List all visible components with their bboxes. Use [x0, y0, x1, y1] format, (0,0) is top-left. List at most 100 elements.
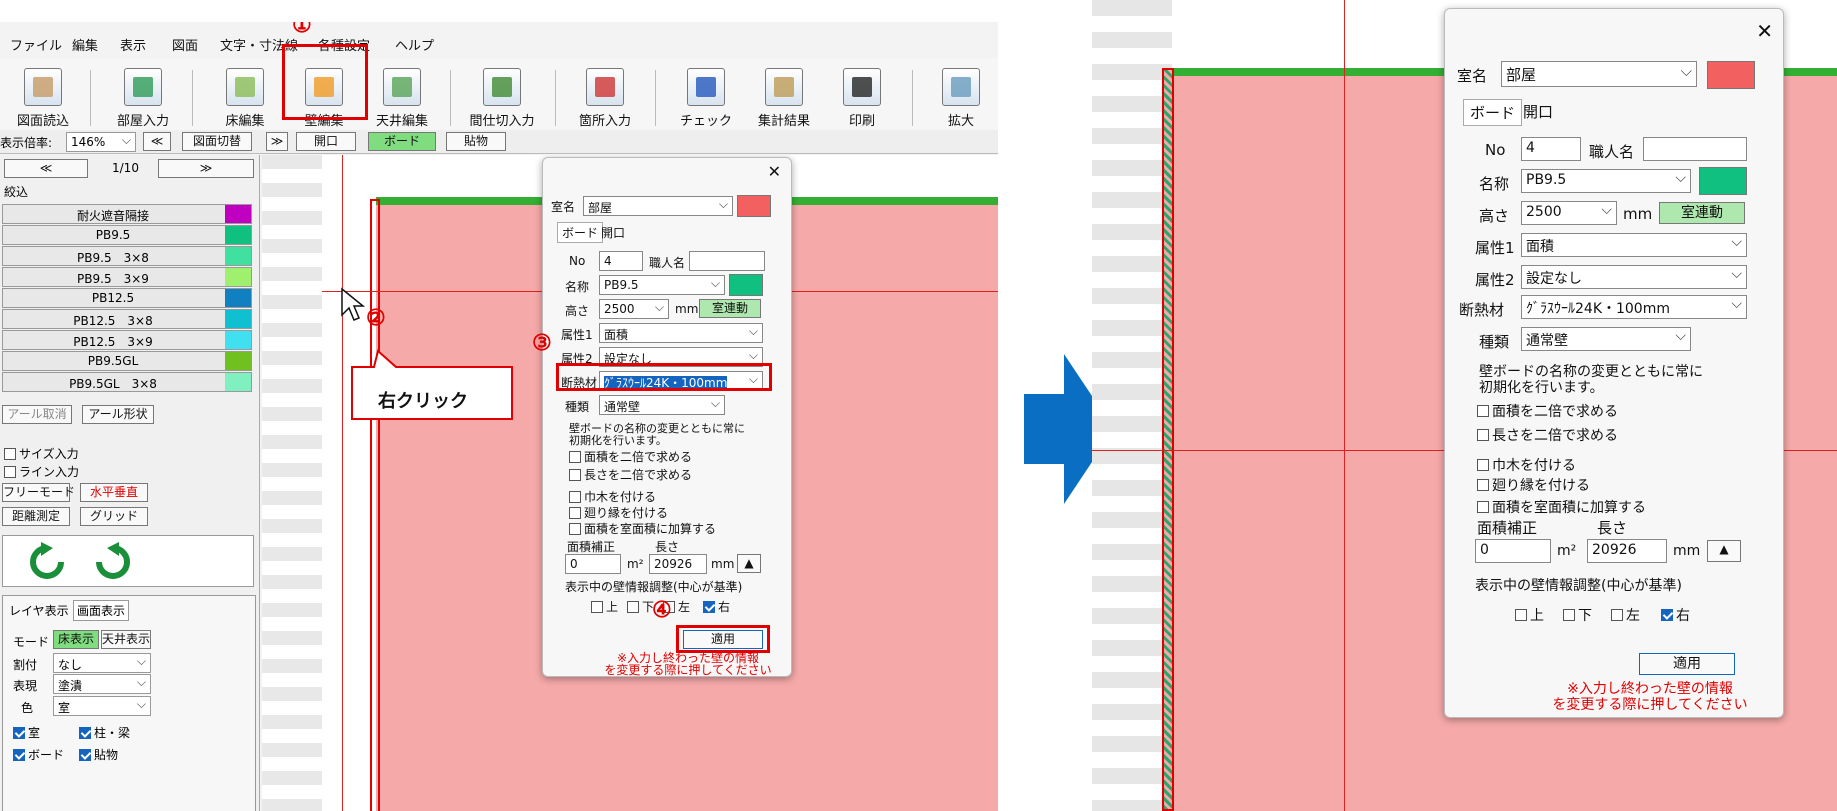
- add-area-check[interactable]: 面積を室面積に加算する: [1477, 497, 1646, 517]
- length-up-button[interactable]: ▲: [1707, 540, 1741, 562]
- chk-sticker[interactable]: 貼物: [79, 746, 118, 763]
- dir-up-check[interactable]: 上: [591, 598, 618, 615]
- tab-board[interactable]: ボード: [368, 132, 436, 151]
- close-icon[interactable]: ✕: [768, 162, 781, 181]
- room-name-select[interactable]: 部屋: [1501, 61, 1697, 87]
- material-row[interactable]: PB12.5 3×8: [2, 309, 252, 329]
- dir-down-check[interactable]: 下: [627, 598, 654, 615]
- dlg-tab-board[interactable]: ボード: [557, 222, 604, 243]
- kind-select[interactable]: 通常壁: [1521, 327, 1691, 351]
- color-select[interactable]: 室: [53, 696, 151, 716]
- dir-up-check[interactable]: 上: [1515, 605, 1544, 625]
- dlg-tab-opening[interactable]: 開口: [1523, 101, 1553, 122]
- baseboard-check[interactable]: 巾木を付ける: [1477, 455, 1576, 475]
- material-row[interactable]: PB12.5 3×9: [2, 330, 252, 350]
- attr1-select[interactable]: 面積: [1521, 233, 1747, 257]
- tool-print[interactable]: 印刷: [822, 64, 902, 134]
- room-link-button[interactable]: 室連動: [1659, 202, 1745, 224]
- mawari-check[interactable]: 廻り縁を付ける: [569, 504, 668, 521]
- material-row[interactable]: PB9.5: [2, 225, 252, 245]
- chk-room[interactable]: 室: [13, 724, 40, 741]
- name-color-swatch[interactable]: [729, 274, 763, 296]
- material-row[interactable]: PB12.5: [2, 288, 252, 308]
- dlg-tab-opening[interactable]: 開口: [601, 224, 625, 241]
- tool-check[interactable]: チェック: [666, 64, 746, 134]
- expr-select[interactable]: 塗潰: [53, 674, 151, 694]
- menu-drawing[interactable]: 図面: [172, 35, 198, 54]
- name-color-swatch[interactable]: [1699, 167, 1747, 195]
- room-color-swatch[interactable]: [1707, 61, 1755, 89]
- arc-cancel-button[interactable]: アール取消: [2, 405, 72, 424]
- grid-button[interactable]: グリッド: [80, 507, 148, 526]
- material-row[interactable]: PB9.5 3×8: [2, 246, 252, 266]
- no-input[interactable]: 4: [599, 251, 643, 271]
- name-select[interactable]: PB9.5: [599, 275, 725, 295]
- page-prev-button[interactable]: ≪: [4, 159, 88, 178]
- length-up-button[interactable]: ▲: [737, 554, 761, 573]
- room-link-button[interactable]: 室連動: [699, 299, 761, 318]
- kind-select[interactable]: 通常壁: [599, 395, 725, 415]
- drawing-switch-button[interactable]: 図面切替: [182, 132, 252, 151]
- ceiling-view-button[interactable]: 天井表示: [101, 630, 151, 649]
- double-length-check[interactable]: 長さを二倍で求める: [569, 466, 692, 483]
- tool-zoom[interactable]: 拡大: [925, 64, 997, 134]
- edited-wall[interactable]: [1162, 68, 1174, 811]
- tab-screen[interactable]: 画面表示: [73, 600, 130, 621]
- insulation-select[interactable]: ｸﾞﾗｽｳｰﾙ24K・100mm: [1521, 295, 1747, 319]
- tool-floor-edit[interactable]: 床編集: [205, 64, 285, 134]
- dir-down-check[interactable]: 下: [1563, 605, 1592, 625]
- tab-sticker[interactable]: 貼物: [446, 132, 506, 151]
- tool-location-input[interactable]: 箇所入力: [565, 64, 645, 134]
- arc-shape-button[interactable]: アール形状: [82, 405, 154, 424]
- attr1-select[interactable]: 面積: [599, 323, 763, 343]
- double-area-check[interactable]: 面積を二倍で求める: [569, 448, 692, 465]
- dlg-tab-board[interactable]: ボード: [1463, 99, 1523, 126]
- worker-input[interactable]: [1643, 137, 1747, 161]
- add-area-check[interactable]: 面積を室面積に加算する: [569, 520, 716, 537]
- prev-drawing-button[interactable]: ≪: [143, 132, 171, 151]
- line-input-check[interactable]: ライン入力: [4, 463, 79, 480]
- dir-right-check[interactable]: 右: [703, 598, 730, 615]
- apply-button[interactable]: 適用: [1639, 653, 1735, 675]
- material-row[interactable]: 耐火遮音隔接: [2, 204, 252, 224]
- dir-right-check[interactable]: 右: [1661, 605, 1690, 625]
- tool-ceiling-edit[interactable]: 天井編集: [362, 64, 442, 134]
- rotate-left-icon[interactable]: [30, 542, 64, 579]
- baseboard-check[interactable]: 巾木を付ける: [569, 488, 656, 505]
- menu-help[interactable]: ヘルプ: [395, 35, 434, 54]
- free-mode-button[interactable]: フリーモード: [2, 483, 75, 502]
- tab-layer[interactable]: レイヤ表示: [9, 602, 69, 619]
- room-color-swatch[interactable]: [737, 195, 771, 217]
- page-next-button[interactable]: ≫: [158, 159, 254, 178]
- attr2-select[interactable]: 設定なし: [1521, 265, 1747, 289]
- tool-drawing-load[interactable]: 図面読込: [3, 64, 83, 134]
- length-input[interactable]: 20926: [1587, 539, 1667, 563]
- material-row[interactable]: PB9.5GL 3×8: [2, 372, 252, 392]
- height-select[interactable]: 2500: [1521, 201, 1617, 225]
- size-input-check[interactable]: サイズ入力: [4, 445, 79, 462]
- close-icon[interactable]: ✕: [1756, 19, 1773, 43]
- double-length-check[interactable]: 長さを二倍で求める: [1477, 425, 1618, 445]
- floor-view-button[interactable]: 床表示: [53, 630, 99, 649]
- distance-button[interactable]: 距離測定: [2, 507, 70, 526]
- name-select[interactable]: PB9.5: [1521, 169, 1691, 193]
- drawing-canvas[interactable]: ② 右クリック ✕ 室名 部屋 ボード 開口 No 4 職人名 名称 PB9.5: [262, 155, 998, 811]
- dir-left-check[interactable]: 左: [1611, 605, 1640, 625]
- zoom-select[interactable]: 146%: [66, 132, 136, 152]
- chk-board[interactable]: ボード: [13, 746, 64, 763]
- rotate-right-icon[interactable]: [96, 542, 130, 579]
- alloc-select[interactable]: なし: [53, 653, 151, 673]
- no-input[interactable]: 4: [1521, 137, 1581, 161]
- material-row[interactable]: PB9.5GL: [2, 351, 252, 371]
- double-area-check[interactable]: 面積を二倍で求める: [1477, 401, 1618, 421]
- area-adjust-input[interactable]: 0: [565, 554, 621, 574]
- tool-room-input[interactable]: 部屋入力: [103, 64, 183, 134]
- length-input[interactable]: 20926: [649, 554, 707, 574]
- tool-partition[interactable]: 間仕切入力: [462, 64, 542, 134]
- menu-edit[interactable]: 編集: [72, 35, 98, 54]
- height-select[interactable]: 2500: [599, 299, 669, 319]
- chk-pillar[interactable]: 柱・梁: [79, 724, 130, 741]
- hv-mode-button[interactable]: 水平垂直: [80, 483, 148, 502]
- tab-opening[interactable]: 開口: [296, 132, 356, 151]
- mawari-check[interactable]: 廻り縁を付ける: [1477, 475, 1590, 495]
